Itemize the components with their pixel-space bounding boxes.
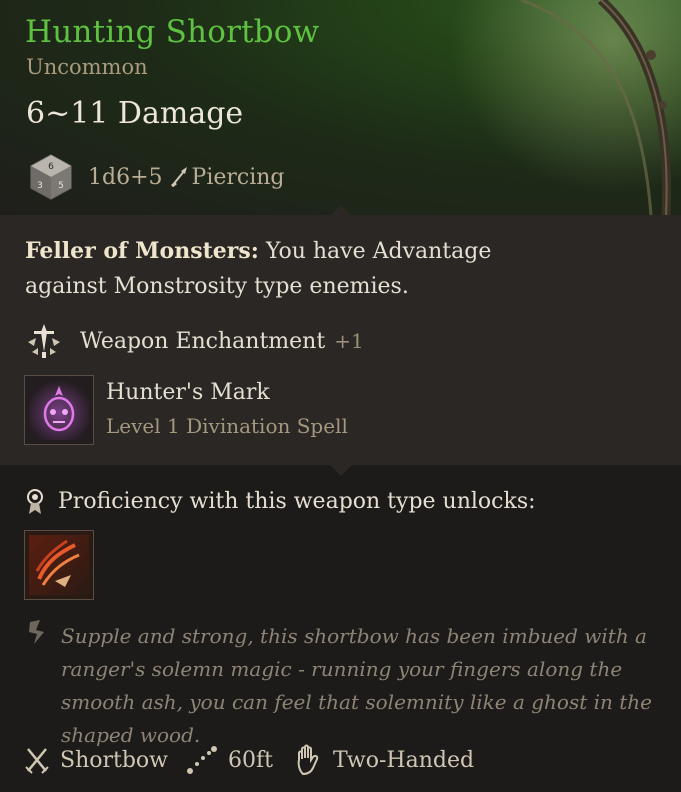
crossed-weapons-icon bbox=[25, 748, 49, 774]
weapon-handedness: Two-Handed bbox=[333, 747, 475, 773]
svg-text:5: 5 bbox=[58, 181, 64, 191]
svg-text:6: 6 bbox=[48, 162, 54, 172]
piercing-arrow-icon bbox=[170, 167, 187, 188]
tooltip-header: Hunting Shortbow Uncommon 6~11 Damage 6 … bbox=[0, 0, 681, 215]
enchantment-bonus: +1 bbox=[334, 329, 364, 353]
dice-value: 1d6+5 bbox=[88, 164, 163, 190]
weapon-enchantment-row[interactable]: Weapon Enchantment +1 bbox=[24, 322, 364, 360]
passive-ability: Feller of Monsters: You have Advantage a… bbox=[25, 234, 545, 304]
svg-text:3: 3 bbox=[37, 181, 43, 191]
hunters-mark-spell-slot[interactable] bbox=[24, 375, 94, 445]
range-tag: 60ft bbox=[186, 745, 273, 775]
proficiency-text: Proficiency with this weapon type unlock… bbox=[58, 488, 536, 514]
range-icon bbox=[187, 746, 218, 774]
damage-dice-row: 6 3 5 1d6+5 Piercing bbox=[26, 152, 285, 202]
weapon-type: Shortbow bbox=[60, 747, 169, 773]
hunters-mark-icon bbox=[29, 380, 89, 440]
item-tooltip: Hunting Shortbow Uncommon 6~11 Damage 6 … bbox=[0, 0, 681, 792]
weapon-action-slot[interactable] bbox=[24, 530, 94, 600]
divider-notch-bottom bbox=[330, 465, 352, 476]
proficiency-row: Proficiency with this weapon type unlock… bbox=[24, 485, 536, 517]
hand-icon bbox=[297, 744, 319, 776]
item-footer: Shortbow 60ft Two-Handed bbox=[24, 742, 474, 778]
spell-name: Hunter's Mark bbox=[106, 380, 270, 405]
damage-range: 6~11 Damage bbox=[26, 96, 244, 131]
handedness-tag: Two-Handed bbox=[295, 744, 474, 776]
weapon-range: 60ft bbox=[228, 747, 273, 773]
weapon-action-icon bbox=[29, 535, 89, 595]
enchantment-label: Weapon Enchantment bbox=[80, 328, 326, 354]
dice-icon: 6 3 5 bbox=[30, 154, 72, 200]
divider-notch bbox=[330, 205, 352, 216]
sword-enchant-icon bbox=[28, 324, 60, 358]
proficiency-medal-icon bbox=[27, 489, 43, 514]
damage-type: Piercing bbox=[191, 164, 285, 190]
flavor-text: Supple and strong, this shortbow has bee… bbox=[61, 624, 653, 747]
spell-level: Level 1 Divination Spell bbox=[106, 414, 348, 438]
bow-art-icon bbox=[451, 0, 681, 215]
item-name: Hunting Shortbow bbox=[25, 14, 320, 50]
flavor-quote-icon bbox=[29, 620, 44, 644]
passive-name: Feller of Monsters: bbox=[25, 238, 259, 264]
weapon-type-tag: Shortbow bbox=[24, 745, 168, 775]
item-rarity: Uncommon bbox=[26, 55, 148, 79]
